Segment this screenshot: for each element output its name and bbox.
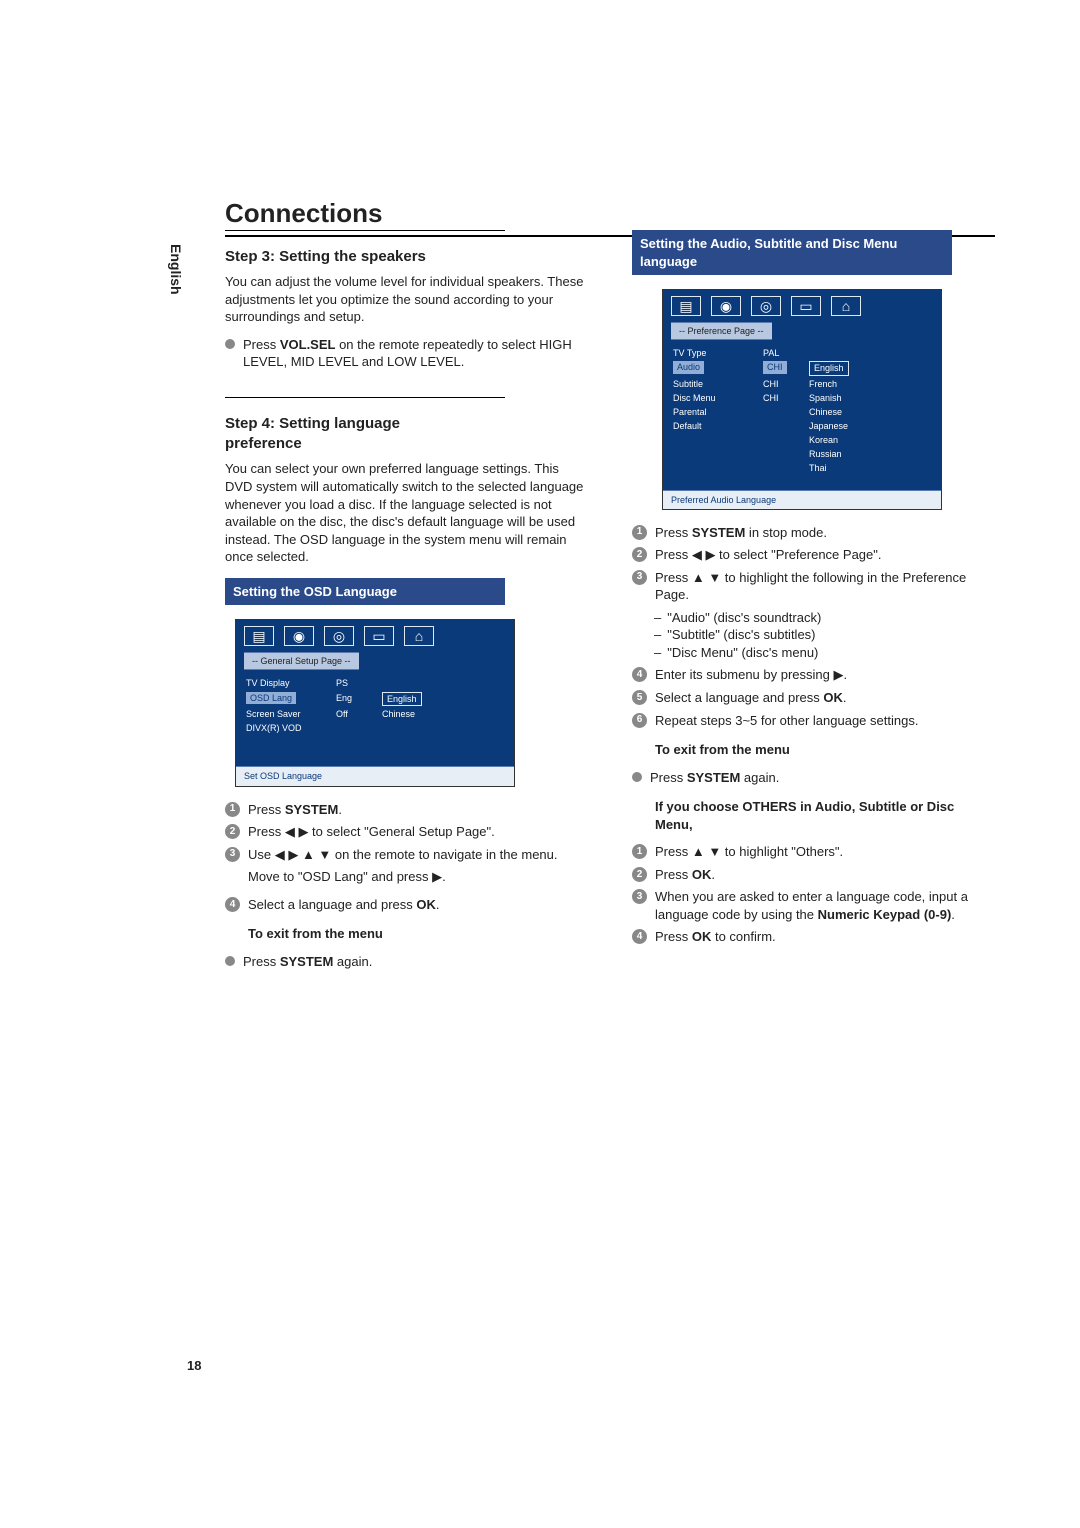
page-number: 18 [187, 1358, 201, 1373]
dash-discmenu: –"Disc Menu" (disc's menu) [654, 644, 995, 662]
num-badge-icon: 2 [632, 547, 647, 562]
step3-text: You can adjust the volume level for indi… [225, 273, 588, 326]
figure-title: -- Preference Page -- [671, 322, 772, 340]
exit-heading: To exit from the menu [248, 925, 588, 943]
num-badge-icon: 1 [632, 525, 647, 540]
content-columns: Step 3: Setting the speakers You can adj… [225, 230, 995, 975]
bullet-icon [632, 772, 642, 782]
tab-icon: ⌂ [831, 296, 861, 316]
step-3-sub: Move to "OSD Lang" and press ▶. [248, 868, 588, 886]
step-num-1: 1Press SYSTEM in stop mode. [632, 524, 995, 542]
others-3: 3When you are asked to enter a language … [632, 888, 995, 923]
dash-audio: –"Audio" (disc's soundtrack) [654, 609, 995, 627]
num-badge-icon: 4 [632, 929, 647, 944]
figure-footer: Preferred Audio Language [663, 490, 941, 509]
others-4: 4Press OK to confirm. [632, 928, 995, 946]
num-badge-icon: 3 [632, 889, 647, 904]
step3-heading: Step 3: Setting the speakers [225, 247, 588, 267]
exit-bullet: Press SYSTEM again. [632, 769, 995, 787]
num-badge-icon: 1 [225, 802, 240, 817]
others-heading: If you choose OTHERS in Audio, Subtitle … [655, 798, 995, 833]
exit-bullet: Press SYSTEM again. [225, 953, 588, 971]
num-badge-icon: 4 [225, 897, 240, 912]
tab-icon: ◎ [751, 296, 781, 316]
language-tab: English [168, 244, 184, 295]
tab-icon: ◎ [324, 626, 354, 646]
figure-tab-row: ▤ ◉ ◎ ▭ ⌂ [663, 290, 941, 322]
figure-body: TV TypePAL AudioCHIEnglish SubtitleCHIFr… [663, 340, 941, 489]
tab-icon: ◉ [711, 296, 741, 316]
right-column: Setting the Audio, Subtitle and Disc Men… [632, 230, 995, 975]
step-num-1: 1Press SYSTEM. [225, 801, 588, 819]
bullet-icon [225, 339, 235, 349]
step-num-2: 2Press ◀ ▶ to select "Preference Page". [632, 546, 995, 564]
audio-subtitle-bar: Setting the Audio, Subtitle and Disc Men… [632, 230, 952, 275]
step-num-5: 5Select a language and press OK. [632, 689, 995, 707]
page-title: Connections [225, 198, 995, 229]
tab-icon: ▤ [671, 296, 701, 316]
num-badge-icon: 2 [225, 824, 240, 839]
osd-language-bar: Setting the OSD Language [225, 578, 505, 606]
figure-body: TV DisplayPS OSD LangEngEnglish Screen S… [236, 670, 514, 766]
num-badge-icon: 3 [225, 847, 240, 862]
left-column: Step 3: Setting the speakers You can adj… [225, 230, 588, 975]
figure-title: -- General Setup Page -- [244, 652, 359, 670]
step-num-6: 6Repeat steps 3~5 for other language set… [632, 712, 995, 730]
tab-icon: ▭ [364, 626, 394, 646]
step4-heading: Step 4: Setting language preference [225, 414, 465, 455]
num-badge-icon: 2 [632, 867, 647, 882]
num-badge-icon: 3 [632, 570, 647, 585]
exit-heading: To exit from the menu [655, 741, 995, 759]
step-rule [225, 230, 505, 231]
preference-page-figure: ▤ ◉ ◎ ▭ ⌂ -- Preference Page -- TV TypeP… [662, 289, 942, 510]
step4-text: You can select your own preferred langua… [225, 460, 588, 565]
step-num-3: 3Press ▲ ▼ to highlight the following in… [632, 569, 995, 604]
step-num-4: 4Select a language and press OK. [225, 896, 588, 914]
step-num-2: 2Press ◀ ▶ to select "General Setup Page… [225, 823, 588, 841]
num-badge-icon: 4 [632, 667, 647, 682]
dash-subtitle: – "Subtitle" (disc's subtitles) [654, 626, 995, 644]
step-num-3: 3Use ◀ ▶ ▲ ▼ on the remote to navigate i… [225, 846, 588, 864]
vol-sel-bullet: Press VOL.SEL on the remote repeatedly t… [225, 336, 588, 371]
manual-page: English Connections Step 3: Setting the … [0, 0, 1080, 1528]
others-1: 1Press ▲ ▼ to highlight "Others". [632, 843, 995, 861]
num-badge-icon: 1 [632, 844, 647, 859]
bullet-icon [225, 956, 235, 966]
tab-icon: ⌂ [404, 626, 434, 646]
step-rule [225, 397, 505, 398]
num-badge-icon: 6 [632, 713, 647, 728]
tab-icon: ▤ [244, 626, 274, 646]
tab-icon: ◉ [284, 626, 314, 646]
figure-tab-row: ▤ ◉ ◎ ▭ ⌂ [236, 620, 514, 652]
num-badge-icon: 5 [632, 690, 647, 705]
step-num-4: 4Enter its submenu by pressing ▶. [632, 666, 995, 684]
bullet-text: Press VOL.SEL on the remote repeatedly t… [243, 336, 588, 371]
others-2: 2Press OK. [632, 866, 995, 884]
osd-setup-figure: ▤ ◉ ◎ ▭ ⌂ -- General Setup Page -- TV Di… [235, 619, 515, 786]
tab-icon: ▭ [791, 296, 821, 316]
figure-footer: Set OSD Language [236, 766, 514, 785]
